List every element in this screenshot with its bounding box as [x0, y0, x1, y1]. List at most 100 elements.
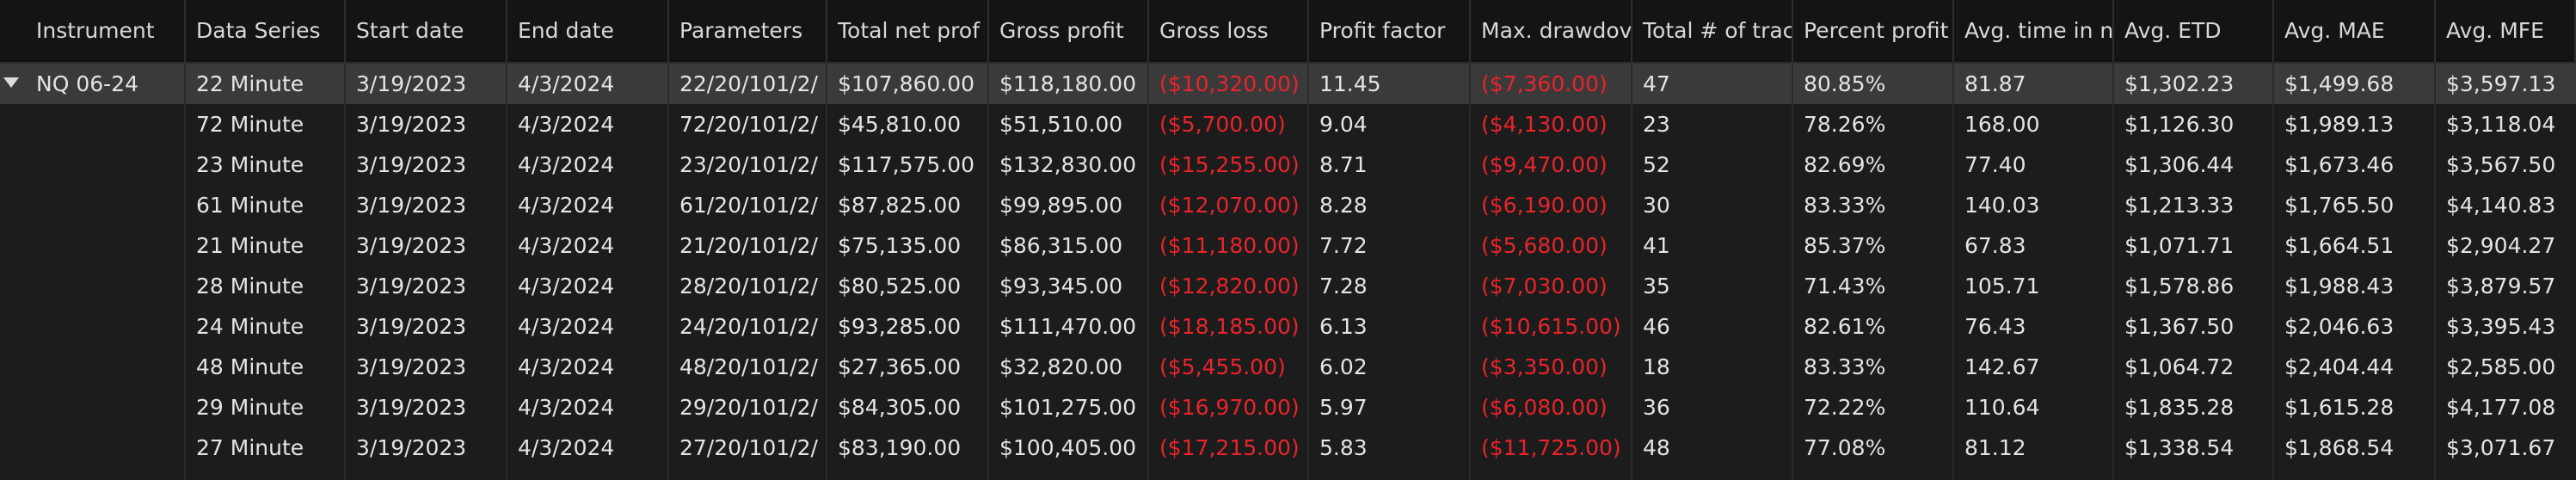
cell-net: $45,810.00: [838, 112, 962, 137]
column-divider: [2434, 64, 2436, 480]
column-divider: [1307, 64, 1309, 480]
cell-series: 23 Minute: [196, 152, 304, 177]
cell-gl: ($17,215.00): [1159, 435, 1300, 460]
cell-dd: ($3,350.00): [1481, 354, 1608, 379]
column-divider: [2112, 64, 2114, 480]
cell-trades: 52: [1643, 152, 1670, 177]
cell-time: 142.67: [1964, 354, 2040, 379]
cell-instrument: [26, 266, 186, 306]
column-header-end[interactable]: End date: [507, 0, 669, 62]
table-row[interactable]: 24 Minute 3/19/2023 4/3/2024 24/20/101/2/ $9…: [0, 306, 2576, 347]
table-row[interactable]: 61 Minute 3/19/2023 4/3/2024 61/20/101/2/ $8…: [0, 185, 2576, 225]
cell-trades: 36: [1643, 395, 1670, 420]
cell-pf: 7.72: [1319, 233, 1368, 258]
column-header-instrument[interactable]: Instrument: [26, 0, 186, 62]
cell-params: 21/20/101/2/: [679, 233, 818, 258]
cell-trades: 47: [1643, 71, 1670, 96]
cell-net: $75,135.00: [838, 233, 962, 258]
cell-time: 140.03: [1964, 193, 2040, 218]
cell-start: 3/19/2023: [356, 71, 467, 96]
cell-etd: $1,071.71: [2124, 233, 2235, 258]
cell-instrument: [26, 225, 186, 266]
cell-pf: 8.71: [1319, 152, 1368, 177]
cell-start: 3/19/2023: [356, 152, 467, 177]
cell-end: 4/3/2024: [518, 435, 615, 460]
cell-instrument: [26, 306, 186, 347]
cell-instrument: [26, 185, 186, 225]
column-header-params[interactable]: Parameters: [669, 0, 827, 62]
column-header-net[interactable]: Total net prof: [827, 0, 989, 62]
cell-etd: $1,835.28: [2124, 395, 2235, 420]
cell-dd: ($10,615.00): [1481, 314, 1621, 339]
cell-end: 4/3/2024: [518, 354, 615, 379]
cell-start: 3/19/2023: [356, 274, 467, 298]
cell-gl: ($15,255.00): [1159, 152, 1300, 177]
column-header-series[interactable]: Data Series: [186, 0, 346, 62]
cell-series: 22 Minute: [196, 71, 304, 96]
cell-pf: 6.02: [1319, 354, 1368, 379]
cell-gl: ($5,455.00): [1159, 354, 1286, 379]
column-header-mfe[interactable]: Avg. MFE: [2436, 0, 2576, 62]
column-header-gl[interactable]: Gross loss: [1149, 0, 1309, 62]
column-header-pct[interactable]: Percent profit: [1793, 0, 1954, 62]
cell-net: $83,190.00: [838, 435, 962, 460]
table-row[interactable]: 28 Minute 3/19/2023 4/3/2024 28/20/101/2/ $8…: [0, 266, 2576, 306]
cell-dd: ($5,680.00): [1481, 233, 1608, 258]
table-row[interactable]: 48 Minute 3/19/2023 4/3/2024 48/20/101/2/ $2…: [0, 347, 2576, 387]
cell-etd: $1,213.33: [2124, 193, 2235, 218]
column-header-time[interactable]: Avg. time in n: [1954, 0, 2114, 62]
cell-pf: 5.83: [1319, 435, 1368, 460]
cell-series: 29 Minute: [196, 395, 304, 420]
table-row[interactable]: 23 Minute 3/19/2023 4/3/2024 23/20/101/2/ $1…: [0, 145, 2576, 185]
cell-net: $84,305.00: [838, 395, 962, 420]
cell-instrument: [26, 104, 186, 145]
column-header-start[interactable]: Start date: [346, 0, 507, 62]
column-divider: [184, 64, 186, 480]
table-row[interactable]: NQ 06-24 22 Minute 3/19/2023 4/3/2024 22/20/…: [0, 64, 2576, 104]
cell-gp: $132,830.00: [999, 152, 1137, 177]
column-header-pf[interactable]: Profit factor: [1309, 0, 1471, 62]
triangle-down-icon[interactable]: [3, 77, 19, 88]
column-divider: [1792, 64, 1793, 480]
cell-instrument: [26, 145, 186, 185]
table-row[interactable]: 29 Minute 3/19/2023 4/3/2024 29/20/101/2/ $8…: [0, 387, 2576, 428]
cell-gp: $101,275.00: [999, 395, 1137, 420]
column-header-dd[interactable]: Max. drawdov: [1471, 0, 1632, 62]
cell-mae: $1,664.51: [2284, 233, 2395, 258]
cell-pct: 83.33%: [1804, 193, 1886, 218]
column-divider: [1631, 64, 1632, 480]
cell-series: 24 Minute: [196, 314, 304, 339]
cell-gp: $111,470.00: [999, 314, 1137, 339]
cell-trades: 46: [1643, 314, 1670, 339]
cell-params: 61/20/101/2/: [679, 193, 818, 218]
table-row[interactable]: 21 Minute 3/19/2023 4/3/2024 21/20/101/2/ $7…: [0, 225, 2576, 266]
table-row[interactable]: 72 Minute 3/19/2023 4/3/2024 72/20/101/2/ $4…: [0, 104, 2576, 145]
table-row[interactable]: 27 Minute 3/19/2023 4/3/2024 27/20/101/2/ $8…: [0, 428, 2576, 468]
cell-pct: 85.37%: [1804, 233, 1886, 258]
cell-time: 168.00: [1964, 112, 2040, 137]
cell-gl: ($10,320.00): [1159, 71, 1300, 96]
cell-instrument: [26, 428, 186, 468]
optimization-results-grid: Instrument Data Series Start date End date P…: [0, 0, 2576, 480]
cell-instrument: [26, 387, 186, 428]
cell-pct: 82.61%: [1804, 314, 1886, 339]
cell-pct: 78.26%: [1804, 112, 1886, 137]
cell-gp: $118,180.00: [999, 71, 1137, 96]
cell-etd: $1,578.86: [2124, 274, 2235, 298]
cell-mae: $1,989.13: [2284, 112, 2395, 137]
cell-time: 67.83: [1964, 233, 2026, 258]
column-header-trades[interactable]: Total # of trac: [1632, 0, 1793, 62]
cell-etd: $1,367.50: [2124, 314, 2235, 339]
column-header-etd[interactable]: Avg. ETD: [2114, 0, 2274, 62]
cell-dd: ($7,360.00): [1481, 71, 1608, 96]
cell-start: 3/19/2023: [356, 435, 467, 460]
column-divider: [1952, 64, 1954, 480]
cell-params: 24/20/101/2/: [679, 314, 818, 339]
cell-gp: $86,315.00: [999, 233, 1123, 258]
cell-dd: ($6,190.00): [1481, 193, 1608, 218]
column-header-mae[interactable]: Avg. MAE: [2274, 0, 2436, 62]
cell-gp: $32,820.00: [999, 354, 1123, 379]
cell-net: $93,285.00: [838, 314, 962, 339]
cell-pct: 83.33%: [1804, 354, 1886, 379]
column-header-gp[interactable]: Gross profit: [989, 0, 1149, 62]
